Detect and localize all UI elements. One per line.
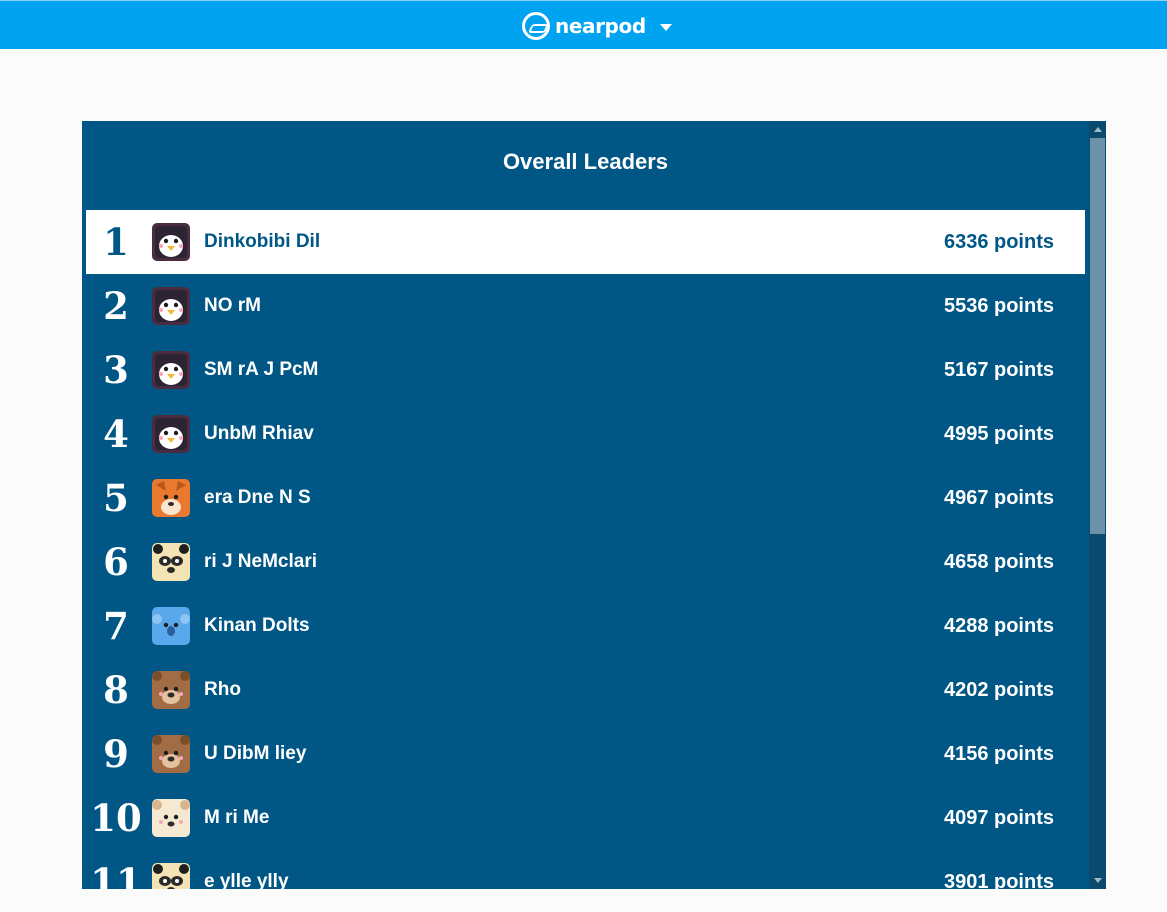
panda-avatar-icon [152,863,190,889]
rank-number: 10 [90,796,142,840]
bear-avatar-icon [152,735,190,773]
penguin-avatar-icon [152,351,190,389]
panda-avatar-icon [152,543,190,581]
rank-number: 3 [103,348,129,392]
player-name: Kinan Dolts [204,615,310,636]
top-bar: nearpod [0,0,1167,49]
leaderboard-row: 11 e ylle ylly 3901 points [86,850,1085,889]
fox-avatar-icon [152,479,190,517]
scroll-up-arrow-icon[interactable] [1089,121,1106,138]
rank-number: 5 [103,476,129,520]
player-points: 4658 points [943,551,1054,573]
player-name: NO rM [204,295,261,316]
nearpod-logo-icon [522,12,550,40]
scrollbar-thumb[interactable] [1090,138,1105,534]
player-name: era Dne N S [204,487,311,508]
player-name: e ylle ylly [204,871,289,889]
player-points: 5536 points [943,295,1054,317]
player-name: ri J NeMclari [204,551,317,572]
leaderboard-row: 8 Rho 4202 points [86,658,1085,722]
player-name: Rho [204,679,241,700]
leaderboard-row: 2 NO rM 5536 points [86,274,1085,338]
leaderboard-row: 6 ri J NeMclari 4658 points [86,530,1085,594]
brand-menu[interactable]: nearpod [522,12,672,40]
penguin-avatar-icon [152,287,190,325]
leaderboard-list: 1 Dinkobibi Dil 6336 points 2 NO rM 5536 poin… [86,210,1085,889]
rank-number: 6 [103,540,129,584]
player-points: 4288 points [943,615,1054,637]
player-points: 5167 points [943,359,1054,381]
rank-number: 11 [90,860,142,889]
bear-avatar-icon [152,671,190,709]
rank-number: 4 [103,412,129,456]
caret-down-icon[interactable] [659,24,672,31]
penguin-avatar-icon [152,415,190,453]
player-name: M ri Me [204,807,270,828]
rank-number: 9 [103,732,129,776]
rank-number: 2 [103,284,129,328]
penguin-avatar-icon [152,223,190,261]
player-name: Dinkobibi Dil [204,231,321,252]
dog-avatar-icon [152,799,190,837]
player-points: 4995 points [943,423,1054,445]
brand-name: nearpod [555,14,646,38]
leaderboard-panel: Overall Leaders 1 Dinkobibi Dil 6336 point… [82,121,1106,889]
player-points: 3901 points [943,871,1054,889]
leaderboard-title: Overall Leaders [502,149,669,174]
leaderboard-row: 1 Dinkobibi Dil 6336 points [86,210,1085,274]
player-points: 6336 points [943,231,1054,253]
player-name: UnbM Rhiav [204,423,314,444]
player-name: SM rA J PcM [204,359,319,380]
player-points: 4156 points [943,743,1054,765]
player-points: 4967 points [943,487,1054,509]
scroll-down-arrow-icon[interactable] [1089,872,1106,889]
player-points: 4097 points [943,807,1054,829]
rank-number: 8 [103,668,129,712]
leaderboard-row: 4 UnbM Rhiav 4995 points [86,402,1085,466]
rank-number: 7 [103,604,129,648]
leaderboard-row: 5 era Dne N S 4967 points [86,466,1085,530]
leaderboard-row: 9 U DibM liey 4156 points [86,722,1085,786]
player-name: U DibM liey [204,743,307,764]
leaderboard-row: 10 M ri Me 4097 points [86,786,1085,850]
leaderboard-row: 7 Kinan Dolts 4288 points [86,594,1085,658]
koala-avatar-icon [152,607,190,645]
leaderboard-row: 3 SM rA J PcM 5167 points [86,338,1085,402]
rank-number: 1 [103,220,129,264]
player-points: 4202 points [943,679,1054,701]
